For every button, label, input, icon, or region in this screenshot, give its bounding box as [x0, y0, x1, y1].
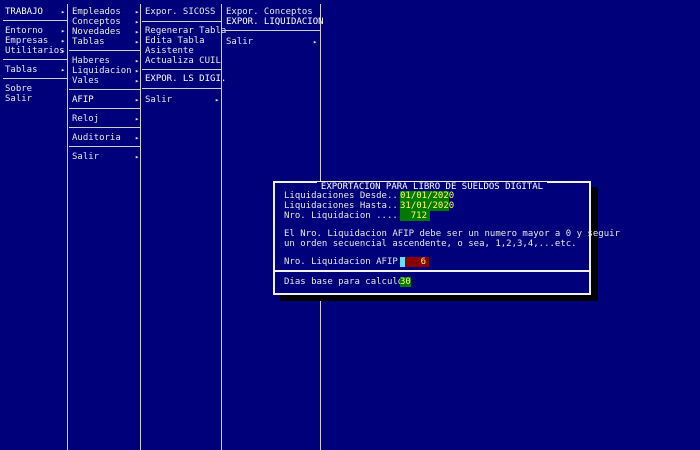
menu-item-conceptos[interactable]: Conceptos — [72, 17, 121, 27]
menu-separator-3 — [221, 4, 222, 450]
info-text-line1: El Nro. Liquidacion AFIP debe ser un num… — [284, 229, 620, 239]
menu-title-trabajo[interactable]: TRABAJO — [5, 7, 43, 17]
submenu-arrow-icon: ▸ — [313, 38, 318, 46]
menu1-divider — [3, 59, 67, 60]
menu-item-reloj[interactable]: Reloj — [72, 114, 99, 124]
menu-item-auditoria[interactable]: Auditoria — [72, 133, 121, 143]
export-dialog: EXPORTACION PARA LIBRO DE SUELDOS DIGITA… — [273, 181, 620, 295]
info-text-line2: un orden secuencial ascendente, o sea, 1… — [284, 239, 577, 249]
submenu-arrow-icon: ▸ — [135, 153, 140, 161]
menu2-divider — [69, 50, 140, 51]
menu-separator-2 — [140, 4, 141, 450]
menu3-divider — [142, 69, 221, 70]
hasta-field[interactable]: 31/01/2020 — [400, 201, 454, 211]
menu-item-tablas-2[interactable]: Tablas — [72, 37, 105, 47]
menu-item-asistente[interactable]: Asistente — [145, 46, 194, 56]
menu-item-afip[interactable]: AFIP — [72, 95, 94, 105]
nro-liquidacion-field[interactable]: 712 — [400, 211, 430, 221]
menu-item-empresas[interactable]: Empresas — [5, 36, 48, 46]
submenu-arrow-icon: ▸ — [135, 134, 140, 142]
menu-item-utilitarios[interactable]: Utilitarios — [5, 46, 65, 56]
menu-item-expor-liquidacion[interactable]: EXPOR. LIQUIDACION — [226, 17, 324, 27]
submenu-arrow-icon: ▸ — [135, 38, 140, 46]
submenu-arrow-icon: ▸ — [61, 8, 66, 16]
menu-item-salir-3[interactable]: Salir — [145, 95, 172, 105]
submenu-arrow-icon: ▸ — [61, 27, 66, 35]
submenu-arrow-icon: ▸ — [135, 67, 140, 75]
menu2-divider — [69, 146, 140, 147]
submenu-arrow-icon: ▸ — [215, 96, 220, 104]
menu-item-salir[interactable]: Salir — [5, 94, 32, 104]
menu2-divider — [69, 127, 140, 128]
menu-item-edita-tabla[interactable]: Edita Tabla — [145, 36, 205, 46]
menu2-divider — [69, 89, 140, 90]
afip-field[interactable]: 6 — [405, 257, 429, 267]
submenu-arrow-icon: ▸ — [135, 18, 140, 26]
submenu-arrow-icon: ▸ — [61, 47, 66, 55]
menu-item-salir-4[interactable]: Salir — [226, 37, 253, 47]
submenu-arrow-icon: ▸ — [135, 28, 140, 36]
menu-item-novedades[interactable]: Novedades — [72, 27, 121, 37]
afip-label: Nro. Liquidacion AFIP.: — [284, 257, 409, 267]
submenu-arrow-icon: ▸ — [135, 77, 140, 85]
menu-item-actualiza-cuil[interactable]: Actualiza CUIL — [145, 56, 221, 66]
menu-item-liquidacion[interactable]: Liquidacion — [72, 66, 132, 76]
submenu-arrow-icon: ▸ — [135, 96, 140, 104]
hasta-label: Liquidaciones Hasta...: — [284, 201, 409, 211]
menu4-divider — [223, 30, 320, 31]
submenu-arrow-icon: ▸ — [61, 37, 66, 45]
menu-item-salir-2[interactable]: Salir — [72, 152, 99, 162]
menu-item-empleados[interactable]: Empleados — [72, 7, 121, 17]
dialog-divider — [275, 270, 589, 272]
nro-liquidacion-label: Nro. Liquidacion .....: — [284, 211, 409, 221]
menu-item-vales[interactable]: Vales — [72, 76, 99, 86]
menu-item-haberes[interactable]: Haberes — [72, 56, 110, 66]
dias-base-label: Dias base para calculo: — [284, 277, 409, 287]
menu-separator-1 — [67, 4, 68, 450]
menu1-divider — [3, 20, 67, 21]
submenu-arrow-icon: ▸ — [135, 115, 140, 123]
submenu-arrow-icon: ▸ — [61, 66, 66, 74]
menu-item-tablas[interactable]: Tablas — [5, 65, 38, 75]
menu-item-expor-ls-digi[interactable]: EXPOR. LS DIGI. — [145, 74, 226, 84]
menu-item-expor-conceptos[interactable]: Expor. Conceptos — [226, 7, 313, 17]
menu1-divider — [3, 78, 67, 79]
menu-item-sobre[interactable]: Sobre — [5, 84, 32, 94]
submenu-arrow-icon: ▸ — [135, 57, 140, 65]
desde-field[interactable]: 01/01/2020 — [400, 191, 454, 201]
menu-item-entorno[interactable]: Entorno — [5, 26, 43, 36]
menu3-divider — [142, 21, 221, 22]
dias-base-field[interactable]: 30 — [400, 277, 411, 287]
submenu-arrow-icon: ▸ — [135, 8, 140, 16]
menu-item-regenerar-tabla[interactable]: Regenerar Tabla — [145, 26, 226, 36]
menu-item-expor-sicoss[interactable]: Expor. SICOSS — [145, 7, 215, 17]
desde-label: Liquidaciones Desde...: — [284, 191, 409, 201]
menu2-divider — [69, 108, 140, 109]
menu3-divider — [142, 88, 221, 89]
